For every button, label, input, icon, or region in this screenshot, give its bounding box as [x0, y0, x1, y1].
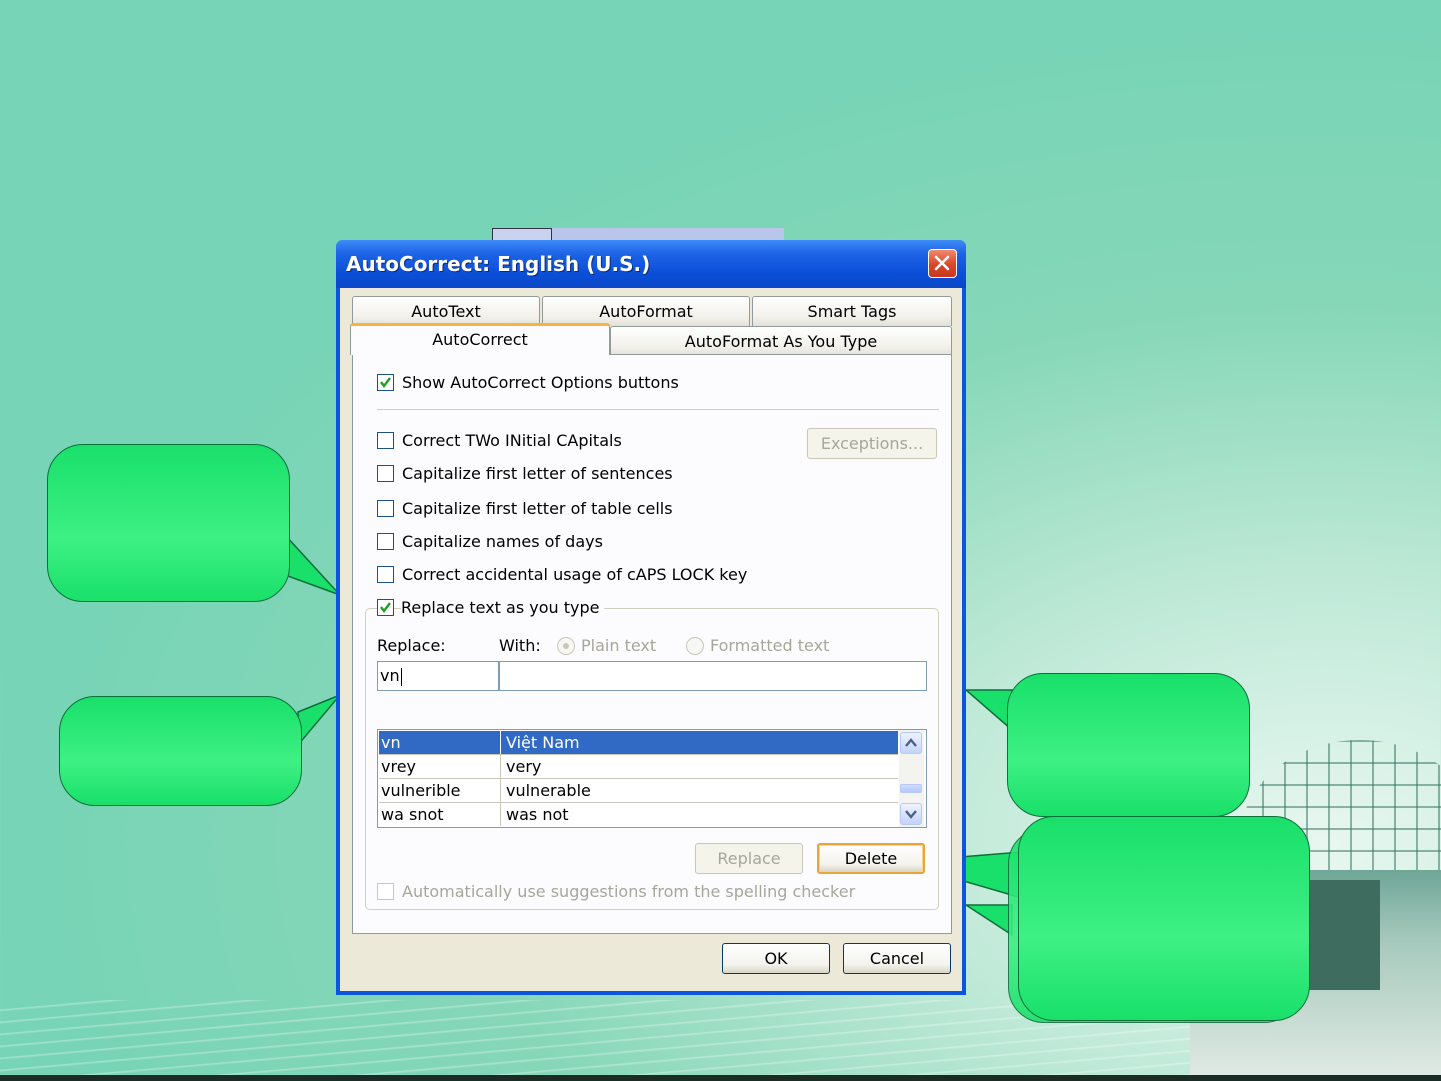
correct-two-initial-label: Correct TWo INitial CApitals	[402, 431, 622, 450]
cap-table-cells-label: Capitalize first letter of table cells	[402, 499, 673, 518]
tab-autoformat-as-you-type[interactable]: AutoFormat As You Type	[610, 326, 952, 356]
entry-from: vrey	[381, 757, 417, 776]
caps-lock-label: Correct accidental usage of cAPS LOCK ke…	[402, 565, 748, 584]
correct-two-initial-checkbox[interactable]	[377, 432, 394, 449]
column-divider	[500, 755, 501, 778]
callout-left-top	[47, 444, 290, 602]
entry-to: Việt Nam	[506, 733, 580, 752]
replace-button[interactable]: Replace	[695, 843, 803, 874]
entry-from: vulnerible	[381, 781, 461, 800]
with-input[interactable]	[499, 661, 927, 691]
callout-right-bottom	[1018, 816, 1310, 1021]
close-button[interactable]	[928, 249, 957, 278]
entry-to: vulnerable	[506, 781, 591, 800]
list-scrollbar[interactable]	[899, 730, 924, 827]
entry-from: vn	[381, 733, 401, 752]
delete-button[interactable]: Delete	[817, 843, 925, 874]
replace-text-label: Replace text as you type	[401, 598, 604, 617]
table-row[interactable]: wa snot was not	[379, 803, 898, 826]
show-buttons-label: Show AutoCorrect Options buttons	[402, 373, 679, 392]
callout-left-bottom	[59, 696, 302, 806]
table-row[interactable]: vn Việt Nam	[379, 731, 898, 754]
replace-label: Replace:	[377, 636, 446, 655]
callout-right-top	[1007, 673, 1250, 817]
text-caret	[400, 667, 402, 686]
separator	[377, 409, 939, 410]
cap-table-cells-checkbox[interactable]	[377, 500, 394, 517]
cancel-button[interactable]: Cancel	[843, 943, 951, 974]
cap-sentences-label: Capitalize first letter of sentences	[402, 464, 673, 483]
scroll-up-button[interactable]	[900, 732, 922, 754]
tab-autoformat[interactable]: AutoFormat	[542, 296, 750, 326]
ok-button[interactable]: OK	[722, 943, 830, 974]
chevron-up-icon	[905, 738, 917, 747]
close-icon	[934, 255, 950, 271]
with-label: With:	[499, 636, 541, 655]
scroll-thumb[interactable]	[900, 784, 922, 793]
cap-sentences-checkbox[interactable]	[377, 465, 394, 482]
plain-text-label: Plain text	[581, 636, 657, 655]
autocorrect-dialog: AutoCorrect: English (U.S.) AutoText Aut…	[336, 240, 966, 995]
dialog-title: AutoCorrect: English (U.S.)	[346, 252, 651, 276]
exceptions-button[interactable]: Exceptions...	[807, 428, 937, 459]
auto-suggest-label: Automatically use suggestions from the s…	[402, 882, 856, 901]
show-buttons-checkbox[interactable]	[377, 374, 394, 391]
chevron-down-icon	[905, 810, 917, 819]
autocorrect-entries-list[interactable]: vn Việt Nam vrey very vulnerible vulnera…	[377, 729, 927, 828]
autocorrect-tab-panel: Show AutoCorrect Options buttons Correct…	[352, 354, 952, 934]
dialog-titlebar[interactable]: AutoCorrect: English (U.S.)	[336, 240, 966, 288]
column-divider	[500, 779, 501, 802]
cap-days-checkbox[interactable]	[377, 533, 394, 550]
replace-input-value: vn	[380, 666, 400, 685]
cap-days-label: Capitalize names of days	[402, 532, 603, 551]
tab-autotext[interactable]: AutoText	[352, 296, 540, 326]
column-divider	[500, 731, 501, 754]
checkmark-icon	[380, 602, 391, 613]
replace-input[interactable]: vn	[377, 661, 499, 691]
checkmark-icon	[380, 377, 391, 388]
scroll-down-button[interactable]	[900, 803, 922, 825]
column-divider	[500, 803, 501, 826]
dialog-client: AutoText AutoFormat Smart Tags AutoCorre…	[340, 288, 962, 991]
table-row[interactable]: vulnerible vulnerable	[379, 779, 898, 802]
entry-from: wa snot	[381, 805, 444, 824]
entry-to: was not	[506, 805, 569, 824]
auto-suggest-checkbox[interactable]	[377, 883, 394, 900]
caps-lock-checkbox[interactable]	[377, 566, 394, 583]
replace-text-checkbox[interactable]	[377, 599, 394, 616]
tab-smart-tags[interactable]: Smart Tags	[752, 296, 952, 326]
formatted-text-label: Formatted text	[710, 636, 830, 655]
entry-to: very	[506, 757, 542, 776]
tab-autocorrect[interactable]: AutoCorrect	[350, 323, 610, 355]
formatted-text-radio[interactable]	[686, 637, 704, 655]
plain-text-radio[interactable]	[557, 637, 575, 655]
table-row[interactable]: vrey very	[379, 755, 898, 778]
